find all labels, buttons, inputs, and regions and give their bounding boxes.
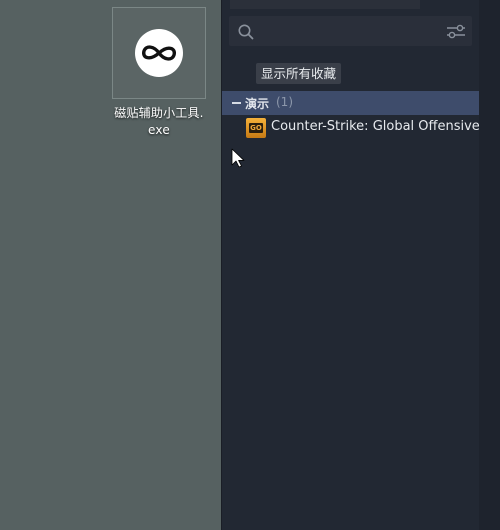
library-sidebar: 显示所有收藏 演示 (1) GO Counter-Strike: Global … — [221, 0, 480, 530]
scrollbar[interactable] — [479, 0, 500, 530]
game-list-item[interactable]: GO Counter-Strike: Global Offensive — [222, 117, 480, 139]
tooltip-show-all-collections: 显示所有收藏 — [256, 63, 342, 84]
mouse-cursor-icon — [231, 148, 245, 168]
filter-sliders-icon[interactable] — [446, 22, 466, 40]
game-title: Counter-Strike: Global Offensive — [271, 119, 480, 134]
library-toolbar — [230, 0, 420, 9]
search-input[interactable] — [229, 16, 472, 46]
collection-header[interactable]: 演示 (1) — [222, 91, 479, 115]
desktop-shortcut-label: 磁贴辅助小工具. exe — [114, 106, 204, 137]
collection-count: (1) — [276, 95, 293, 109]
collection-name: 演示 — [245, 97, 270, 111]
search-icon — [238, 24, 254, 40]
collapse-icon[interactable] — [232, 102, 241, 104]
desktop-background: 磁贴辅助小工具. exe — [0, 0, 221, 530]
csgo-icon: GO — [246, 118, 266, 138]
infinity-icon — [135, 29, 183, 77]
